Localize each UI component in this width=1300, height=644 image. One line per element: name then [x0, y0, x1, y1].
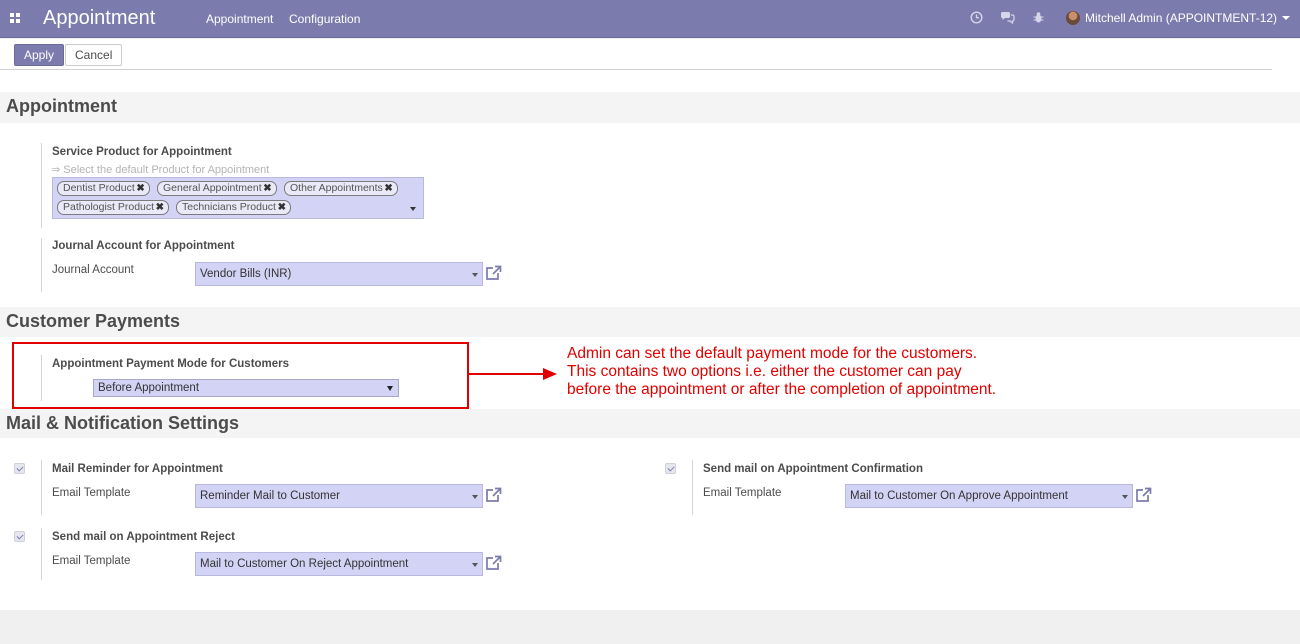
- remove-tag-icon[interactable]: ✖: [384, 182, 392, 195]
- confirmation-template-select[interactable]: Mail to Customer On Approve Appointment: [845, 484, 1133, 508]
- service-product-hint: ⇒ Select the default Product for Appoint…: [51, 164, 270, 176]
- chevron-down-icon: [472, 495, 478, 499]
- setting-title-mail-confirmation: Send mail on Appointment Confirmation: [703, 463, 923, 475]
- tag-general-appointment[interactable]: General Appointment ✖: [157, 181, 277, 196]
- annotation-text: Admin can set the default payment mode f…: [567, 345, 996, 399]
- setting-journal: Journal Account for Appointment Journal …: [41, 238, 235, 292]
- setting-title-journal: Journal Account for Appointment: [52, 240, 235, 252]
- avatar: [1066, 11, 1080, 25]
- setting-title-mail-reminder: Mail Reminder for Appointment: [52, 463, 223, 475]
- section-title-mail-settings: Mail & Notification Settings: [0, 409, 1300, 438]
- annotation-line: before the appointment or after the comp…: [567, 381, 997, 398]
- chevron-down-icon: [1122, 495, 1128, 499]
- clock-icon[interactable]: [970, 11, 983, 27]
- select-value: Mail to Customer On Approve Appointment: [850, 490, 1068, 502]
- top-navbar: Appointment Appointment Configuration Mi…: [0, 0, 1300, 38]
- field-label-email-template: Email Template: [52, 555, 131, 567]
- tag-technicians-product[interactable]: Technicians Product ✖: [176, 200, 291, 215]
- tag-label: Other Appointments: [290, 182, 383, 194]
- cancel-button[interactable]: Cancel: [65, 44, 123, 66]
- apps-menu-icon[interactable]: [10, 13, 20, 23]
- arrow-right-icon: [543, 368, 557, 380]
- chevron-down-icon: [472, 273, 478, 277]
- service-product-tags-field[interactable]: Dentist Product ✖ General Appointment ✖ Ot…: [52, 177, 424, 219]
- remove-tag-icon[interactable]: ✖: [156, 201, 164, 214]
- mail-confirmation-checkbox[interactable]: [665, 463, 676, 474]
- setting-mail-reminder: Mail Reminder for Appointment Email Temp…: [41, 460, 223, 515]
- field-label-email-template: Email Template: [52, 487, 131, 499]
- select-value: Reminder Mail to Customer: [200, 490, 340, 502]
- annotation-arrow: [469, 373, 553, 375]
- user-menu[interactable]: Mitchell Admin (APPOINTMENT-12): [1066, 11, 1291, 25]
- external-link-icon[interactable]: [1135, 487, 1152, 503]
- chat-icon[interactable]: [1000, 11, 1015, 27]
- setting-title-mail-reject: Send mail on Appointment Reject: [52, 531, 235, 543]
- tag-other-appointments[interactable]: Other Appointments ✖: [284, 181, 398, 196]
- setting-mail-reject: Send mail on Appointment Reject Email Te…: [41, 528, 235, 580]
- app-brand[interactable]: Appointment: [43, 7, 155, 30]
- page-background: [0, 610, 1300, 644]
- apply-button[interactable]: Apply: [14, 44, 65, 66]
- external-link-icon[interactable]: [485, 265, 502, 281]
- setting-mail-confirmation: Send mail on Appointment Confirmation Em…: [692, 460, 923, 515]
- setting-title-service-product: Service Product for Appointment: [52, 146, 232, 158]
- external-link-icon[interactable]: [485, 555, 502, 571]
- mail-reminder-checkbox[interactable]: [14, 463, 25, 474]
- setting-service-product: Service Product for Appointment: [41, 143, 232, 228]
- reminder-template-select[interactable]: Reminder Mail to Customer: [195, 484, 483, 508]
- chevron-down-icon[interactable]: [410, 207, 416, 211]
- bug-icon[interactable]: [1032, 11, 1045, 27]
- journal-account-select[interactable]: Vendor Bills (INR): [195, 262, 483, 286]
- section-title-customer-payments: Customer Payments: [0, 307, 1300, 337]
- chevron-down-icon: [1282, 16, 1291, 20]
- field-label-email-template: Email Template: [703, 487, 782, 499]
- select-value: Mail to Customer On Reject Appointment: [200, 558, 409, 570]
- remove-tag-icon[interactable]: ✖: [136, 182, 144, 195]
- external-link-icon[interactable]: [485, 487, 502, 503]
- field-label-journal-account: Journal Account: [52, 264, 134, 276]
- tag-label: Dentist Product: [63, 182, 135, 194]
- mail-reject-checkbox[interactable]: [14, 531, 25, 542]
- tag-label: Technicians Product: [182, 201, 276, 213]
- annotation-line: Admin can set the default payment mode f…: [567, 345, 978, 362]
- remove-tag-icon[interactable]: ✖: [278, 201, 286, 214]
- tag-dentist-product[interactable]: Dentist Product ✖: [57, 181, 150, 196]
- tag-label: General Appointment: [163, 182, 262, 194]
- menu-configuration[interactable]: Configuration: [289, 12, 360, 26]
- remove-tag-icon[interactable]: ✖: [263, 182, 271, 195]
- control-panel: [0, 39, 1300, 71]
- annotation-line: This contains two options i.e. either th…: [567, 363, 962, 380]
- user-name: Mitchell Admin (APPOINTMENT-12): [1085, 11, 1278, 25]
- tag-pathologist-product[interactable]: Pathologist Product ✖: [57, 200, 170, 215]
- annotation-highlight-box: [12, 342, 469, 409]
- chevron-down-icon: [472, 563, 478, 567]
- reject-template-select[interactable]: Mail to Customer On Reject Appointment: [195, 552, 483, 576]
- section-title-appointment: Appointment: [0, 92, 1300, 123]
- select-value: Vendor Bills (INR): [200, 268, 292, 280]
- tag-label: Pathologist Product: [63, 201, 155, 213]
- menu-appointment[interactable]: Appointment: [206, 12, 273, 26]
